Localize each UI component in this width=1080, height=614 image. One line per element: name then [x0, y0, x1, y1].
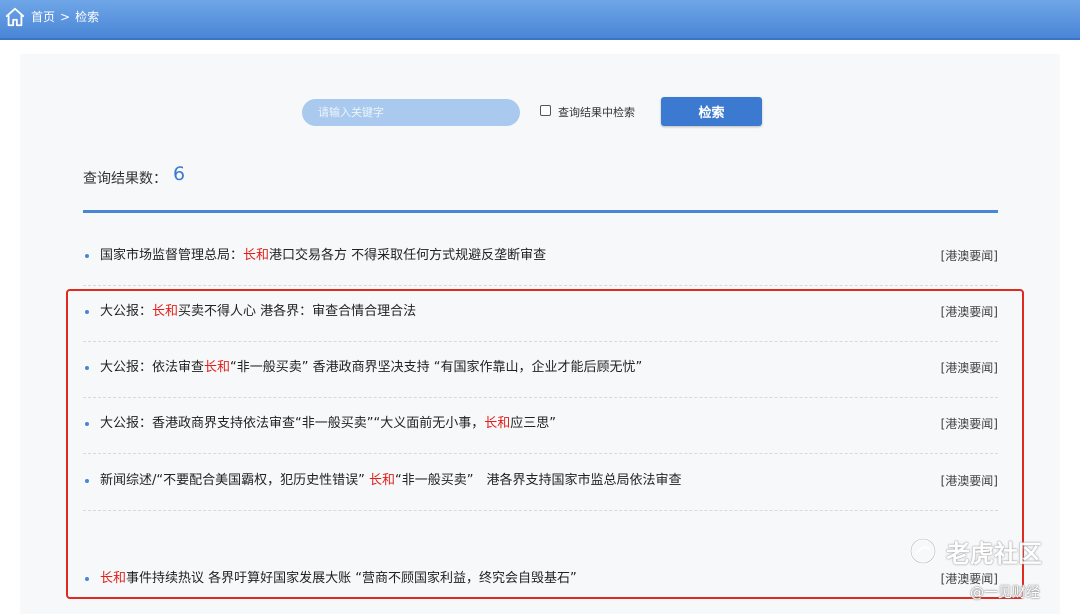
breadcrumb-home-link[interactable]: 首页 — [31, 9, 55, 25]
breadcrumb: 首页 > 检索 — [31, 9, 99, 25]
bullet-icon — [85, 254, 89, 258]
search-button[interactable]: 检索 — [661, 97, 762, 126]
search-within-results-checkbox[interactable] — [540, 105, 551, 116]
top-navigation-bar: 首页 > 检索 — [0, 0, 1080, 40]
result-category[interactable]: [港澳要闻] — [941, 248, 998, 264]
result-title[interactable]: 国家市场监督管理总局：长和港口交易各方 不得采取任何方式规避反垄断审查 — [100, 248, 546, 264]
breadcrumb-separator: > — [60, 10, 71, 24]
result-count-value: 6 — [173, 163, 186, 185]
result-count-label: 查询结果数： — [83, 171, 167, 187]
search-within-results-label: 查询结果中检索 — [558, 106, 635, 119]
watermark-brand: 老虎社区 — [946, 540, 1042, 568]
watermark-source: @一见财经 — [970, 585, 1040, 601]
tiger-community-logo-icon — [909, 537, 937, 565]
search-input[interactable] — [302, 99, 520, 126]
annotation-highlight-box — [66, 289, 1024, 599]
breadcrumb-current: 检索 — [75, 10, 100, 24]
home-icon[interactable] — [4, 6, 26, 28]
row-divider — [83, 285, 998, 286]
result-item[interactable]: 国家市场监督管理总局：长和港口交易各方 不得采取任何方式规避反垄断审查 [港澳要… — [83, 244, 998, 268]
results-header-divider — [83, 210, 998, 213]
